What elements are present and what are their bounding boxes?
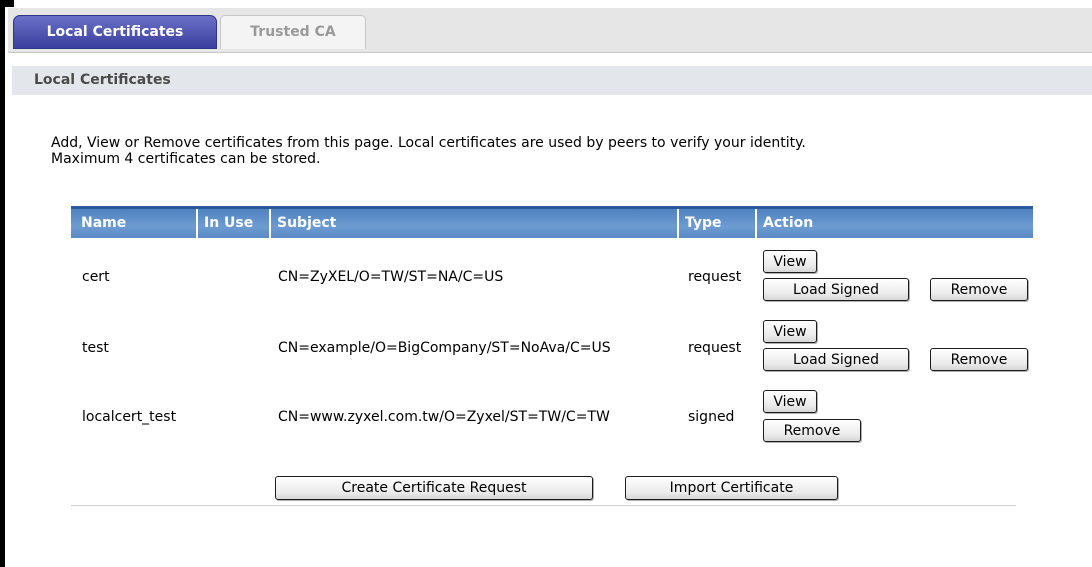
column-header-type: Type	[685, 215, 722, 231]
column-header-name: Name	[81, 215, 127, 231]
view-button[interactable]: View	[763, 390, 817, 413]
create-certificate-request-button[interactable]: Create Certificate Request	[275, 476, 593, 500]
column-header-in-use: In Use	[204, 215, 254, 231]
cert-name: localcert_test	[82, 409, 177, 425]
cert-subject: CN=ZyXEL/O=TW/ST=NA/C=US	[278, 269, 504, 285]
view-button[interactable]: View	[763, 250, 817, 273]
tab-bar: Local Certificates Trusted CA	[8, 8, 1092, 53]
window-frame-left	[0, 0, 5, 567]
remove-button[interactable]: Remove	[763, 419, 861, 442]
load-signed-button[interactable]: Load Signed	[763, 348, 909, 371]
cert-subject: CN=www.zyxel.com.tw/O=Zyxel/ST=TW/C=TW	[278, 409, 610, 425]
description-line-1: Add, View or Remove certificates from th…	[51, 135, 806, 151]
view-button[interactable]: View	[763, 320, 817, 343]
window-frame-corner	[0, 0, 14, 7]
section-title: Local Certificates	[12, 66, 1092, 95]
cert-subject: CN=example/O=BigCompany/ST=NoAva/C=US	[278, 340, 611, 356]
description-line-2: Maximum 4 certificates can be stored.	[51, 151, 321, 167]
tab-local-certificates[interactable]: Local Certificates	[13, 15, 217, 49]
page-description: Add, View or Remove certificates from th…	[51, 135, 1051, 167]
tab-trusted-ca[interactable]: Trusted CA	[220, 15, 366, 49]
column-header-action: Action	[763, 215, 814, 231]
cert-name: cert	[82, 269, 110, 285]
cert-type: request	[688, 340, 742, 356]
remove-button[interactable]: Remove	[930, 278, 1028, 301]
cert-name: test	[82, 340, 109, 356]
remove-button[interactable]: Remove	[930, 348, 1028, 371]
column-header-subject: Subject	[277, 215, 337, 231]
import-certificate-button[interactable]: Import Certificate	[625, 476, 838, 500]
table-header: Name In Use Subject Type Action	[71, 206, 1033, 238]
cert-type: request	[688, 269, 742, 285]
load-signed-button[interactable]: Load Signed	[763, 278, 909, 301]
divider	[71, 505, 1016, 506]
cert-type: signed	[688, 409, 735, 425]
